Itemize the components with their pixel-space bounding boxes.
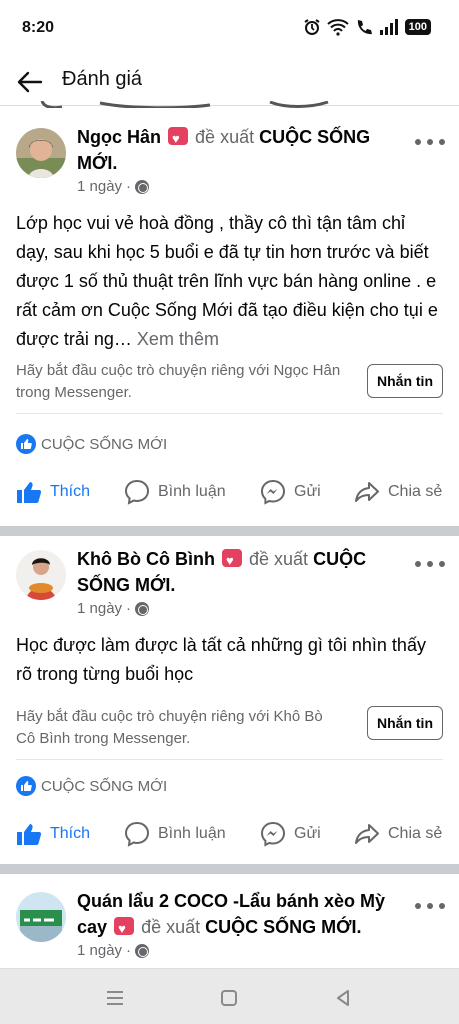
comment-button[interactable]: Bình luận	[124, 821, 226, 847]
messenger-prompt: Hãy bắt đầu cuộc trò chuyện riêng với Ng…	[16, 356, 443, 414]
avatar[interactable]	[16, 550, 66, 600]
alarm-icon	[304, 19, 320, 35]
more-options-button[interactable]	[415, 554, 445, 574]
page-title: Đánh giá	[62, 68, 143, 90]
comment-button[interactable]: Bình luận	[124, 479, 226, 505]
globe-icon	[135, 179, 150, 194]
status-bar: 8:20 100	[0, 0, 459, 58]
author-line: Ngọc Hân đề xuất CUỘC SỐNG MỚI.	[77, 124, 411, 176]
status-icons: 100	[303, 18, 431, 36]
post-body: Học được làm được là tất cả những gì tôi…	[16, 635, 426, 684]
share-button[interactable]: Chia sẻ	[354, 480, 442, 504]
send-button[interactable]: Gửi	[260, 821, 321, 847]
post-time[interactable]: 1 ngày	[77, 942, 122, 959]
reaction-page-name: CUỘC SỐNG MỚI	[41, 777, 168, 795]
message-button[interactable]: Nhắn tin	[367, 364, 443, 398]
post-meta: 1 ngày ·	[77, 178, 150, 195]
recommend-icon	[114, 916, 135, 942]
comment-icon	[124, 479, 150, 505]
messenger-prompt-text: Hãy bắt đầu cuộc trò chuyện riêng với Kh…	[16, 708, 323, 747]
review-post: Ngọc Hân đề xuất CUỘC SỐNG MỚI. 1 ngày ·…	[0, 108, 459, 526]
battery-indicator: 100	[404, 19, 431, 35]
recommend-verb: đề xuất	[195, 127, 255, 147]
globe-icon	[135, 943, 150, 958]
post-time[interactable]: 1 ngày	[77, 600, 122, 617]
post-meta: 1 ngày ·	[77, 600, 150, 617]
recommend-verb: đề xuất	[141, 917, 201, 937]
more-options-button[interactable]	[415, 896, 445, 916]
thumbs-up-icon	[17, 824, 42, 845]
share-icon	[355, 824, 379, 844]
previous-post-fragment	[40, 98, 330, 108]
call-icon	[357, 20, 372, 35]
post-body: Lớp học vui vẻ hoà đồng , thầy cô thì tậ…	[16, 213, 438, 349]
page-name[interactable]: CUỘC SỐNG MỚI.	[205, 917, 361, 937]
review-post: Quán lẩu 2 COCO -Lẩu bánh xèo Mỳ cay đề …	[0, 874, 459, 968]
triangle-back-icon	[337, 990, 349, 1006]
home-button[interactable]	[217, 987, 241, 1009]
recents-button[interactable]	[103, 987, 127, 1009]
arrow-left-icon	[17, 71, 43, 93]
review-post: Khô Bò Cô Bình đề xuất CUỘC SỐNG MỚI. 1 …	[0, 536, 459, 864]
reaction-page-name: CUỘC SỐNG MỚI	[41, 435, 168, 453]
post-meta: 1 ngày ·	[77, 942, 150, 959]
post-actions: Thích Bình luận Gửi Chia sẻ	[0, 814, 459, 854]
system-nav-bar	[0, 968, 459, 1024]
like-button[interactable]: Thích	[16, 822, 90, 846]
avatar[interactable]	[16, 892, 66, 942]
more-options-button[interactable]	[415, 132, 445, 152]
see-more-link[interactable]: Xem thêm	[137, 329, 219, 349]
menu-lines-icon	[107, 991, 123, 1005]
globe-icon	[135, 601, 150, 616]
avatar[interactable]	[16, 128, 66, 178]
messenger-prompt-text: Hãy bắt đầu cuộc trò chuyện riêng với Ng…	[16, 362, 341, 401]
message-button[interactable]: Nhắn tin	[367, 706, 443, 740]
messenger-prompt: Hãy bắt đầu cuộc trò chuyện riêng với Kh…	[16, 702, 443, 760]
author-name[interactable]: Ngọc Hân	[77, 127, 161, 147]
like-reaction-icon	[16, 434, 36, 454]
share-icon	[355, 482, 379, 502]
recommend-icon	[168, 126, 189, 152]
back-button[interactable]	[14, 66, 46, 98]
author-line: Quán lẩu 2 COCO -Lẩu bánh xèo Mỳ cay đề …	[77, 888, 411, 942]
recommend-verb: đề xuất	[249, 549, 309, 569]
reaction-summary[interactable]: CUỘC SỐNG MỚI	[16, 434, 167, 454]
back-nav-button[interactable]	[331, 987, 355, 1009]
recommend-icon	[222, 548, 242, 574]
post-actions: Thích Bình luận Gửi Chia sẻ	[0, 472, 459, 512]
messenger-icon	[260, 821, 286, 847]
status-time: 8:20	[22, 19, 55, 36]
post-separator	[0, 526, 459, 536]
like-reaction-icon	[16, 776, 36, 796]
post-separator	[0, 864, 459, 874]
share-button[interactable]: Chia sẻ	[354, 822, 442, 846]
author-line: Khô Bò Cô Bình đề xuất CUỘC SỐNG MỚI.	[77, 546, 411, 598]
reaction-summary[interactable]: CUỘC SỐNG MỚI	[16, 776, 167, 796]
wifi-icon	[326, 19, 349, 36]
square-icon	[221, 990, 237, 1006]
thumbs-up-icon	[17, 482, 42, 503]
comment-icon	[124, 821, 150, 847]
signal-icon	[379, 19, 398, 35]
send-button[interactable]: Gửi	[260, 479, 321, 505]
like-button[interactable]: Thích	[16, 480, 90, 504]
author-name[interactable]: Khô Bò Cô Bình	[77, 549, 215, 569]
messenger-icon	[260, 479, 286, 505]
post-time[interactable]: 1 ngày	[77, 178, 122, 195]
